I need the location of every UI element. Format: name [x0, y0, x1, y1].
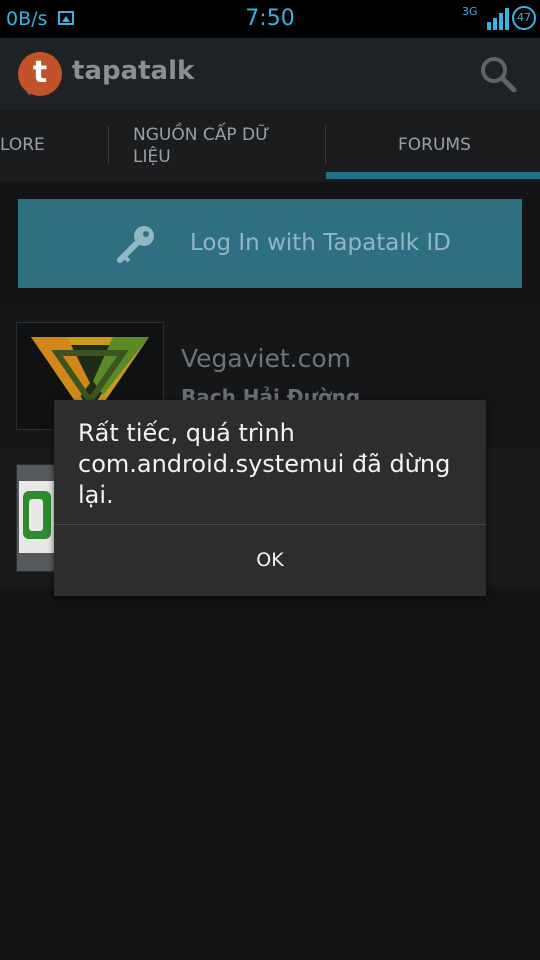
error-dialog: Rất tiếc, quá trình com.android.systemui… [54, 400, 486, 596]
dialog-message: Rất tiếc, quá trình com.android.systemui… [78, 419, 451, 509]
ok-button[interactable]: OK [54, 525, 486, 596]
